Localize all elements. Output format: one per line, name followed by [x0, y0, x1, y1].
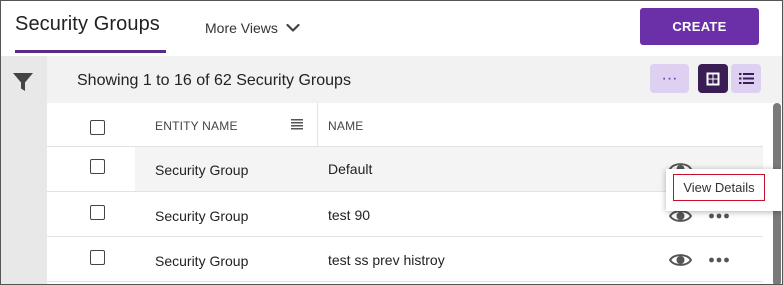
view-details-label: View Details [673, 174, 765, 201]
list-view-icon [738, 73, 754, 84]
chevron-down-icon [286, 23, 300, 32]
table-row[interactable]: Security Group Default [47, 147, 763, 192]
active-tab-indicator [15, 50, 166, 53]
column-divider [317, 103, 318, 147]
more-options-icon: ··· [661, 69, 678, 87]
row-checkbox[interactable] [90, 250, 105, 265]
table-header: ENTITY NAME NAME [47, 103, 763, 147]
security-groups-table: ENTITY NAME NAME Security Group Default [47, 103, 763, 284]
column-header-entity-name[interactable]: ENTITY NAME [155, 119, 238, 133]
table-row[interactable]: Security Group test ss prev histroy [47, 237, 763, 282]
grid-view-icon [706, 72, 720, 85]
create-button[interactable]: CREATE [640, 8, 759, 45]
table-row[interactable]: Security Group test 90 [47, 192, 763, 237]
column-menu-icon[interactable] [291, 118, 303, 130]
row-checkbox[interactable] [90, 205, 105, 220]
select-all-checkbox[interactable] [90, 120, 105, 135]
more-views-dropdown[interactable]: More Views [205, 20, 300, 36]
cell-entity-name: Security Group [155, 253, 249, 269]
grid-view-button[interactable] [698, 64, 728, 93]
toolbar-more-button[interactable]: ··· [650, 64, 689, 93]
page-header: Security Groups More Views CREATE [1, 1, 782, 53]
more-views-label: More Views [205, 20, 278, 36]
cell-name[interactable]: test ss prev histroy [328, 252, 445, 268]
cell-name[interactable]: Default [328, 161, 372, 177]
more-options-icon[interactable] [708, 252, 730, 268]
result-count-text: Showing 1 to 16 of 62 Security Groups [77, 72, 351, 89]
view-details-tooltip: View Details [666, 169, 782, 211]
list-view-button[interactable] [731, 64, 761, 93]
list-toolbar: Showing 1 to 16 of 62 Security Groups ··… [47, 56, 782, 103]
filter-icon[interactable] [12, 71, 34, 93]
filter-rail [1, 56, 47, 284]
cell-entity-name: Security Group [155, 208, 249, 224]
row-checkbox[interactable] [90, 159, 105, 174]
eye-icon[interactable] [669, 252, 692, 268]
cell-entity-name: Security Group [155, 162, 249, 178]
cell-name[interactable]: test 90 [328, 207, 370, 223]
app-frame: Security Groups More Views CREATE Showin… [0, 0, 783, 285]
page-title: Security Groups [15, 13, 160, 35]
column-header-name[interactable]: NAME [328, 119, 363, 133]
